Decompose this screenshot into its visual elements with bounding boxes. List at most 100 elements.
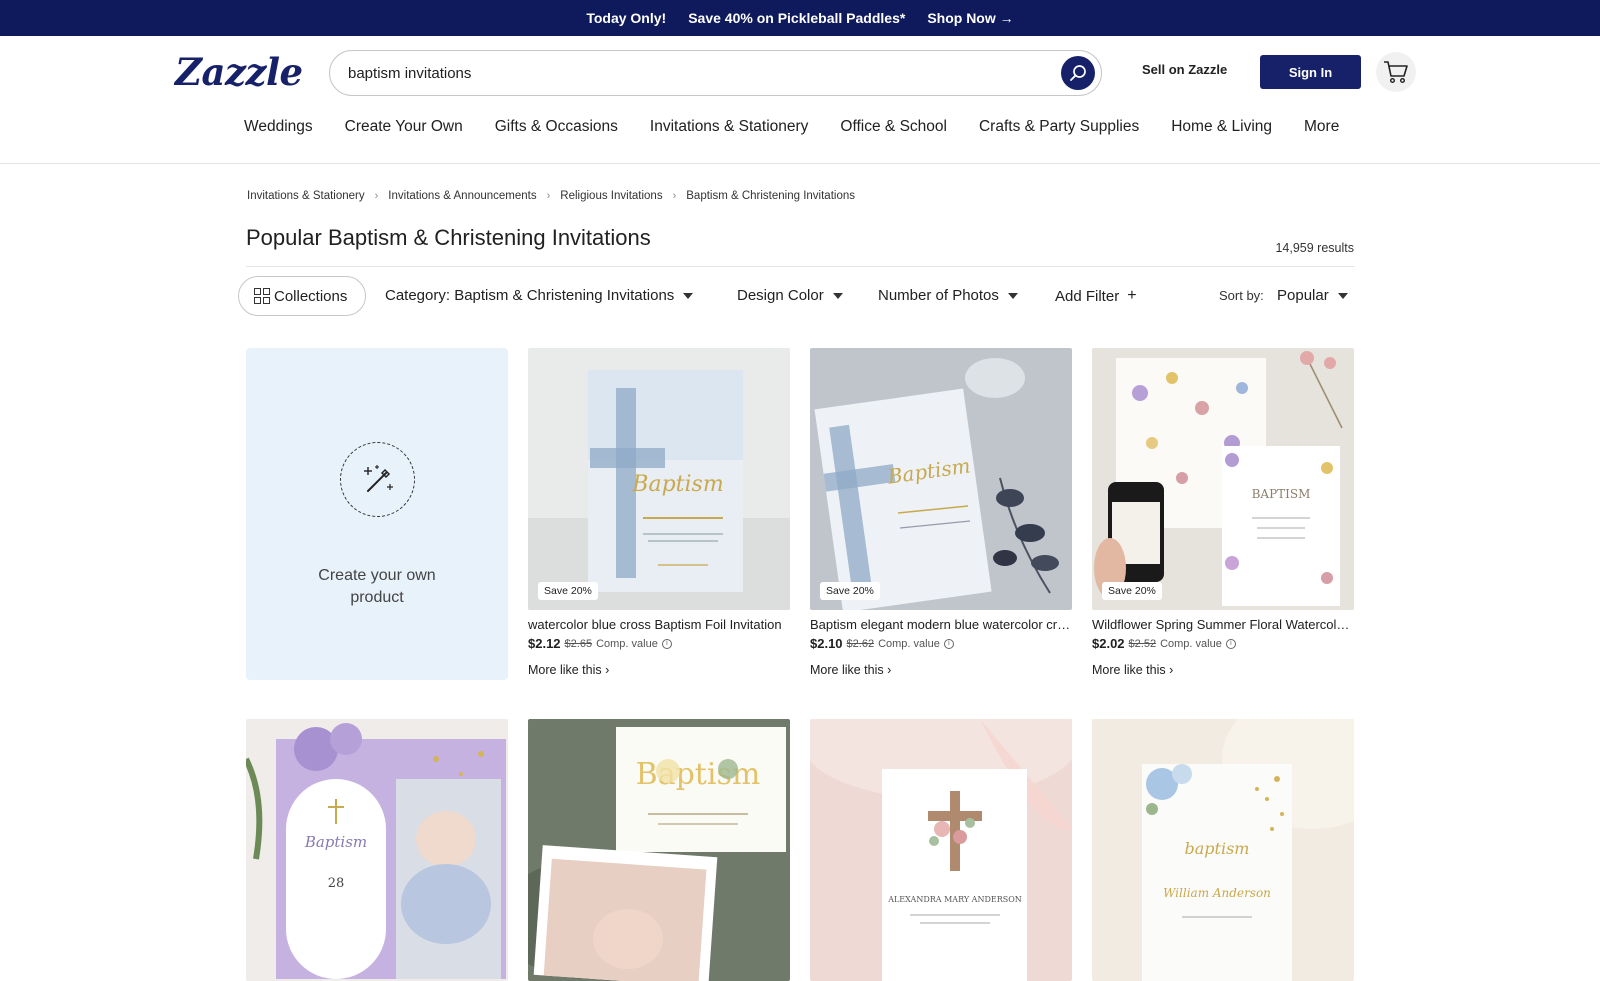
- save-badge: Save 20%: [538, 582, 598, 600]
- nav-item-more[interactable]: More: [1304, 118, 1339, 136]
- svg-text:BAPTISM: BAPTISM: [1252, 487, 1311, 501]
- number-of-photos-filter[interactable]: Number of Photos: [878, 287, 1018, 304]
- breadcrumb-invitations-stationery[interactable]: Invitations & Stationery: [247, 190, 365, 202]
- svg-text:28: 28: [328, 876, 345, 891]
- product-price: $2.12 $2.65 Comp. value i: [528, 636, 790, 651]
- product-image[interactable]: Baptism Save 20%: [528, 348, 790, 610]
- site-header: Zazzle Sell on Zazzle Sign In Weddings C…: [0, 36, 1600, 164]
- sort-dropdown[interactable]: Popular: [1277, 287, 1348, 304]
- pink-floral-cross-card-image: ALEXANDRA MARY ANDERSON: [810, 719, 1072, 981]
- nav-item-gifts-occasions[interactable]: Gifts & Occasions: [495, 118, 618, 136]
- nav-item-weddings[interactable]: Weddings: [244, 118, 313, 136]
- sort-value: Popular: [1277, 287, 1329, 304]
- nav-item-home-living[interactable]: Home & Living: [1171, 118, 1272, 136]
- info-icon[interactable]: i: [661, 638, 672, 649]
- price-current: $2.02: [1092, 636, 1125, 651]
- product-price: $2.10 $2.62 Comp. value i: [810, 636, 1072, 651]
- product-image[interactable]: ALEXANDRA MARY ANDERSON: [810, 719, 1072, 981]
- chevron-right-icon: ›: [546, 190, 551, 202]
- breadcrumb: Invitations & Stationery › Invitations &…: [247, 190, 855, 202]
- more-like-this-link[interactable]: More like this ›: [810, 663, 1072, 677]
- caret-down-icon: [1337, 292, 1348, 299]
- gold-baptism-photo-card-image: Baptism: [528, 719, 790, 981]
- search-icon: [1070, 65, 1086, 81]
- comp-value-label: Comp. value: [878, 637, 940, 650]
- promo-shop-now-link[interactable]: Shop Now →: [927, 10, 1013, 26]
- product-card[interactable]: ALEXANDRA MARY ANDERSON: [810, 719, 1072, 981]
- price-current: $2.12: [528, 636, 561, 651]
- info-icon[interactable]: i: [943, 638, 954, 649]
- sign-in-button[interactable]: Sign In: [1260, 55, 1361, 89]
- svg-text:baptism: baptism: [1185, 839, 1250, 858]
- more-like-this-link[interactable]: More like this ›: [1092, 663, 1354, 677]
- grid-icon: [254, 288, 270, 304]
- product-image[interactable]: Baptism: [528, 719, 790, 981]
- comp-value-label: Comp. value: [596, 637, 658, 650]
- nav-item-create-your-own[interactable]: Create Your Own: [345, 118, 463, 136]
- product-card[interactable]: Baptism Save 20% Baptism elegant modern …: [810, 348, 1072, 677]
- breadcrumb-invitations-announcements[interactable]: Invitations & Announcements: [388, 190, 536, 202]
- cart-button[interactable]: [1376, 52, 1416, 92]
- collections-button[interactable]: Collections: [238, 276, 366, 316]
- price-current: $2.10: [810, 636, 843, 651]
- price-was: $2.62: [846, 637, 875, 650]
- add-filter-button[interactable]: Add Filter +: [1055, 287, 1137, 305]
- number-of-photos-label: Number of Photos: [878, 287, 999, 304]
- purple-floral-baptism-photo-card-image: Baptism 28: [246, 719, 508, 981]
- caret-down-icon: [832, 292, 843, 299]
- breadcrumb-religious-invitations[interactable]: Religious Invitations: [560, 190, 662, 202]
- price-was: $2.65: [564, 637, 593, 650]
- main-nav: Weddings Create Your Own Gifts & Occasio…: [244, 118, 1339, 136]
- product-title[interactable]: Baptism elegant modern blue watercolor c…: [810, 617, 1072, 632]
- breadcrumb-baptism-christening[interactable]: Baptism & Christening Invitations: [686, 190, 855, 202]
- search-button[interactable]: [1061, 56, 1095, 90]
- add-filter-label: Add Filter: [1055, 287, 1120, 305]
- results-count: 14,959 results: [1275, 241, 1354, 255]
- product-card[interactable]: Baptism Save 20% watercolor blue cross B…: [528, 348, 790, 677]
- svg-text:Baptism: Baptism: [304, 833, 367, 851]
- product-card[interactable]: baptism William Anderson: [1092, 719, 1354, 981]
- sell-on-zazzle-link[interactable]: Sell on Zazzle: [1142, 62, 1227, 77]
- product-image[interactable]: Baptism 28: [246, 719, 508, 981]
- create-your-own-card[interactable]: Create your own product: [246, 348, 508, 680]
- save-badge: Save 20%: [1102, 582, 1162, 600]
- comp-value-label: Comp. value: [1160, 637, 1222, 650]
- nav-item-office-school[interactable]: Office & School: [840, 118, 947, 136]
- product-title[interactable]: Wildflower Spring Summer Floral Watercol…: [1092, 617, 1354, 632]
- save-badge: Save 20%: [820, 582, 880, 600]
- product-image[interactable]: Baptism Save 20%: [810, 348, 1072, 610]
- plus-icon: +: [1127, 287, 1137, 304]
- sort-label: Sort by:: [1219, 288, 1264, 303]
- category-filter[interactable]: Category: Baptism & Christening Invitati…: [385, 287, 694, 304]
- promo-today: Today Only!: [586, 10, 667, 26]
- product-image[interactable]: baptism William Anderson: [1092, 719, 1354, 981]
- search-bar: [329, 50, 1102, 96]
- product-card[interactable]: Baptism: [528, 719, 790, 981]
- svg-text:William Anderson: William Anderson: [1163, 886, 1271, 900]
- watercolor-blue-cross-invitation-image: Baptism: [528, 348, 790, 610]
- caret-down-icon: [683, 292, 694, 299]
- svg-text:Baptism: Baptism: [636, 757, 761, 792]
- caret-down-icon: [1007, 292, 1018, 299]
- cart-icon: [1384, 61, 1408, 84]
- blue-floral-baptism-card-image: baptism William Anderson: [1092, 719, 1354, 981]
- info-icon[interactable]: i: [1225, 638, 1236, 649]
- product-image[interactable]: BAPTISM Save 20%: [1092, 348, 1354, 610]
- filter-bar: Collections Category: Baptism & Christen…: [238, 276, 1356, 316]
- search-input[interactable]: [348, 51, 1028, 95]
- page-title: Popular Baptism & Christening Invitation…: [246, 225, 651, 250]
- product-title[interactable]: watercolor blue cross Baptism Foil Invit…: [528, 617, 790, 632]
- more-like-this-link[interactable]: More like this ›: [528, 663, 790, 677]
- divider: [246, 266, 1355, 267]
- promo-offer[interactable]: Save 40% on Pickleball Paddles*: [688, 10, 905, 26]
- design-color-label: Design Color: [737, 287, 824, 304]
- nav-item-invitations-stationery[interactable]: Invitations & Stationery: [650, 118, 809, 136]
- design-color-filter[interactable]: Design Color: [737, 287, 843, 304]
- magic-wand-button[interactable]: [340, 442, 415, 517]
- chevron-right-icon: ›: [672, 190, 677, 202]
- svg-text:Baptism: Baptism: [631, 472, 723, 497]
- product-card[interactable]: Baptism 28: [246, 719, 508, 981]
- product-card[interactable]: BAPTISM Save 20% Wildflower Spring Summe…: [1092, 348, 1354, 677]
- nav-item-crafts-party[interactable]: Crafts & Party Supplies: [979, 118, 1139, 136]
- zazzle-logo[interactable]: Zazzle: [175, 50, 303, 94]
